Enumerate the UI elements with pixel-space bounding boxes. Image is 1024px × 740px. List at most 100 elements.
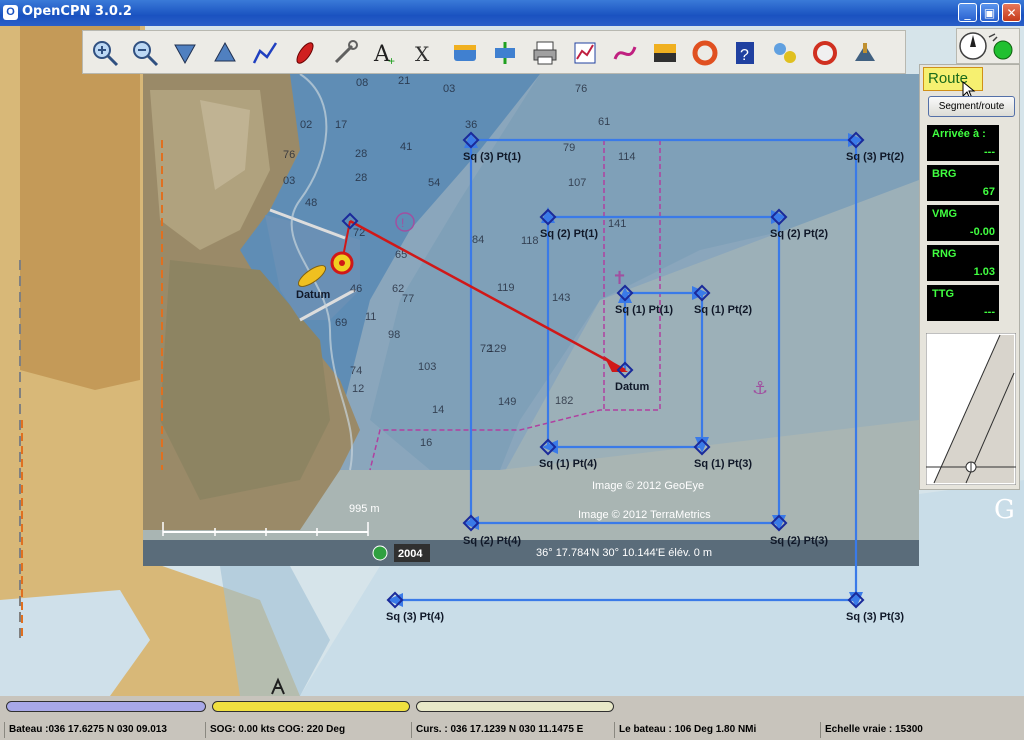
print-button[interactable] [529,37,561,69]
svg-text:?: ? [740,47,749,64]
depth-sounding: 08 [356,77,368,89]
terrametrics-copyright: Image © 2012 TerraMetrics [578,509,711,521]
route-manager-icon [574,42,596,64]
lifebuoy-button[interactable] [809,37,841,69]
minimize-button[interactable]: _ [958,3,977,22]
grib-icon [855,43,875,61]
waypoint-label: Sq (2) Pt(1) [540,228,598,240]
depth-sounding: 76 [575,83,587,95]
settings-button[interactable] [329,37,361,69]
gps-status-icon [993,40,1013,60]
depth-sounding: 46 [350,283,362,295]
zoom-in-button[interactable] [89,37,121,69]
chart-bar-2[interactable] [212,701,410,712]
waypoint-label: Sq (2) Pt(3) [770,535,828,547]
depth-sounding: 84 [472,234,484,246]
main-toolbar: A + X? [82,30,906,74]
compass-widget[interactable] [956,28,1020,64]
waypoint-label: Sq (2) Pt(4) [463,535,521,547]
bearing-distance: Le bateau : 106 Deg 1.80 NMi [614,722,820,738]
zoom-out-button[interactable] [129,37,161,69]
current-button[interactable]: X [409,37,441,69]
mob-button[interactable] [689,37,721,69]
segment-route-button[interactable]: Segment/route [928,96,1015,117]
settings-icon [334,40,358,64]
brg-value: 67 [982,186,995,198]
text-button[interactable]: A + [369,37,401,69]
ttg-box: TTG --- [927,285,999,321]
track-icon [613,46,637,60]
scale-down-icon [174,44,196,65]
grib-button[interactable] [849,37,881,69]
rng-label: RNG [932,248,957,260]
svg-text:X: X [415,42,430,66]
scale-up-button[interactable] [209,37,241,69]
brg-label: BRG [932,168,957,180]
waypoint-label: Sq (3) Pt(1) [463,151,521,163]
route-button[interactable] [249,37,281,69]
depth-sounding: 107 [568,177,586,189]
track-button[interactable] [609,37,641,69]
scale-up-icon [214,41,236,62]
sog-cog: SOG: 0.00 kts COG: 220 Deg [205,722,411,738]
waypoint-label: Sq (3) Pt(3) [846,611,904,623]
route-manager-button[interactable] [569,37,601,69]
depth-sounding: 74 [350,365,362,377]
ais-button[interactable] [769,37,801,69]
depth-sounding: 143 [552,292,570,304]
depth-sounding: 149 [498,396,516,408]
waypoint-label: Sq (1) Pt(3) [694,458,752,470]
brg-box: BRG 67 [927,165,999,201]
anchorage-icon: ⚓ [752,378,768,399]
chart-bar-3[interactable] [416,701,614,712]
print-icon [533,41,557,65]
auto-follow-button[interactable] [289,37,321,69]
depth-sounding: 36 [465,119,477,131]
depth-sounding: 129 [488,343,506,355]
depth-icon [495,42,515,64]
chart-svg[interactable]: ⚓ ✝ ! 08 2103 7602 17 36 6176 280341 791144854 1… [0,26,1024,696]
boat-position: Bateau :036 17.6275 N 030 09.013 [4,722,204,738]
vmg-label: VMG [932,208,958,220]
tide-button[interactable] [449,37,481,69]
rng-value: 1.03 [973,266,995,278]
highway-display [926,333,1016,485]
lifebuoy-icon [813,41,837,65]
scale-label: 995 m [349,503,380,515]
waypoint-label: Sq (1) Pt(4) [539,458,597,470]
cursor-position: Curs. : 036 17.1239 N 030 11.1475 E [411,722,614,738]
depth-sounding: 21 [398,75,410,87]
depth-button[interactable] [489,37,521,69]
chart-canvas[interactable]: ⚓ ✝ ! 08 21 03 76 02 17 36 61 76 28 03 41 79 114 48 54 1… [0,26,1024,696]
depth-sounding: 98 [388,329,400,341]
help-button[interactable]: ? [729,37,761,69]
zoom-in-icon [93,41,119,67]
depth-sounding: 28 [355,148,367,160]
scale-down-button[interactable] [169,37,201,69]
true-scale: Echelle vraie : 15300 [820,722,1024,738]
arrival-box: Arrivée à : --- [927,125,999,161]
rng-box: RNG 1.03 [927,245,999,281]
depth-sounding: 77 [402,293,414,305]
close-button[interactable]: ✕ [1002,3,1021,22]
title-bar: O OpenCPN 3.0.2 _ ▣ ✕ [0,0,1024,26]
imagery-year: 2004 [398,548,423,560]
color-scheme-button[interactable] [649,37,681,69]
svg-text:+: + [388,54,395,67]
waypoint-label: Datum [615,381,649,393]
depth-sounding: 119 [497,282,515,294]
depth-sounding: 03 [443,83,455,95]
google-logo: G [994,495,1015,525]
window-title: OpenCPN 3.0.2 [22,4,132,19]
vmg-box: VMG -0.00 [927,205,999,241]
depth-sounding: 14 [432,404,444,416]
waypoint-label: Sq (2) Pt(2) [770,228,828,240]
depth-sounding: 12 [352,383,364,395]
ais-icon [774,43,796,63]
maximize-button[interactable]: ▣ [980,3,999,22]
mob-icon [692,40,718,66]
depth-sounding: 16 [420,437,432,449]
arrival-value: --- [984,146,995,158]
geoeye-copyright: Image © 2012 GeoEye [592,480,704,492]
chart-bar-1[interactable] [6,701,206,712]
